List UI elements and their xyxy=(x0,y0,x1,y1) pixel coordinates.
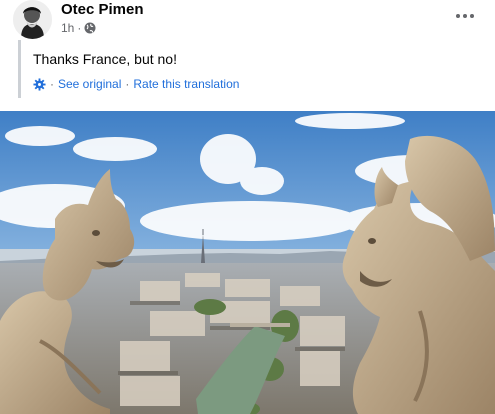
post-meta: 1h · xyxy=(61,21,96,35)
translation-quote-bar xyxy=(18,40,21,98)
post-header: Otec Pimen 1h · xyxy=(0,0,495,40)
translation-separator: · xyxy=(125,77,130,91)
post-text: Thanks France, but no! xyxy=(33,51,177,67)
more-options-button[interactable] xyxy=(451,6,479,26)
more-horizontal-icon xyxy=(456,14,460,18)
post-time[interactable]: 1h xyxy=(61,21,74,35)
globe-icon xyxy=(84,22,96,34)
post-photo[interactable] xyxy=(0,111,495,414)
avatar[interactable] xyxy=(13,0,52,39)
translation-row: · See original · Rate this translation xyxy=(33,77,239,91)
rate-translation-link[interactable]: Rate this translation xyxy=(133,77,239,91)
translation-separator: · xyxy=(50,77,54,91)
gear-icon xyxy=(33,77,46,91)
author-name[interactable]: Otec Pimen xyxy=(61,1,144,18)
see-original-link[interactable]: See original xyxy=(58,77,121,91)
